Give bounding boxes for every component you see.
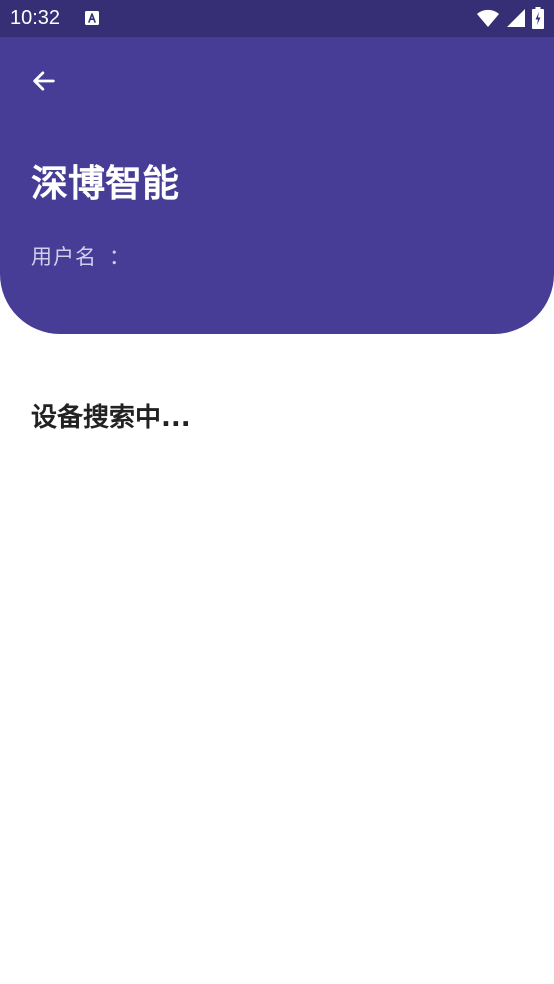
username-separator: ：	[109, 245, 130, 269]
a-text-icon	[85, 11, 99, 25]
status-icons	[476, 7, 544, 29]
header-banner: 深博智能 用户名 ：	[0, 37, 554, 334]
battery-charging-icon	[532, 7, 544, 29]
status-bar: 10:32	[0, 0, 554, 37]
username-label: 用户名	[31, 245, 97, 269]
username-row: 用户名 ：	[31, 242, 136, 272]
device-search-status: 设备搜索中...	[31, 403, 191, 433]
app-screen: 10:32 深博智能 用户名 ： 设备搜索中...	[0, 0, 554, 984]
wifi-icon	[477, 9, 499, 27]
cell-signal-icon	[507, 9, 525, 27]
status-time: 10:32	[10, 7, 61, 29]
back-button[interactable]	[22, 59, 66, 103]
arrow-left-icon	[33, 71, 55, 91]
page-title: 深博智能	[31, 162, 179, 205]
